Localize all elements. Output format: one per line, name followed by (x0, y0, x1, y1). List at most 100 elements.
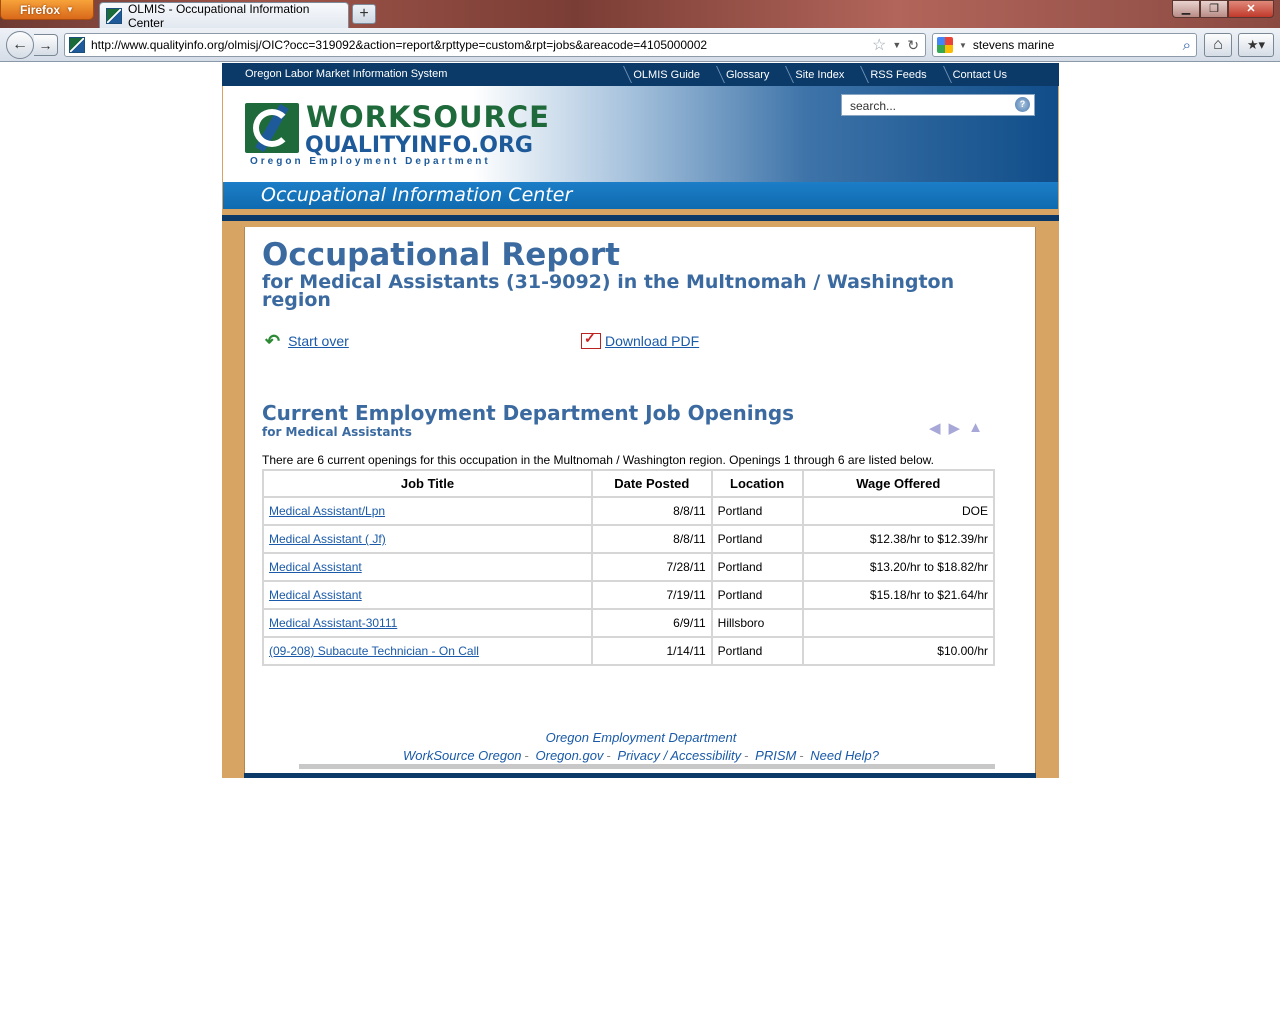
job-link[interactable]: Medical Assistant (269, 560, 362, 574)
topnav-links: OLMIS Guide Glossary Site Index RSS Feed… (617, 63, 1017, 86)
job-link[interactable]: (09-208) Subacute Technician - On Call (269, 644, 479, 658)
location-cell: Portland (710, 580, 804, 610)
nav-link-olmis-guide[interactable]: OLMIS Guide (617, 63, 710, 86)
nav-link-rss-feeds[interactable]: RSS Feeds (854, 63, 936, 86)
browser-tab[interactable]: OLMIS - Occupational Information Center (99, 1, 349, 30)
site-header: WORKSOURCE QUALITYINFO.ORG Oregon Employ… (223, 86, 1058, 182)
minimize-icon[interactable]: ▁ (1172, 0, 1200, 18)
location-cell: Portland (710, 552, 804, 582)
date-posted-cell: 1/14/11 (590, 636, 713, 666)
location-cell: Hillsboro (710, 608, 804, 638)
window-controls: ▁ ❐ ✕ (1172, 0, 1274, 18)
topnav-title: Oregon Labor Market Information System (245, 68, 448, 80)
forward-arrow-icon: → (38, 37, 53, 53)
table-row: Medical Assistant 7/19/11 Portland $15.1… (262, 580, 996, 610)
page-title: Occupational Report (262, 237, 620, 273)
site-identity-icon[interactable] (69, 37, 85, 53)
job-openings-table: Job Title Date Posted Location Wage Offe… (262, 469, 996, 666)
browser-search-bar[interactable]: ▼ stevens marine ⌕ (932, 33, 1197, 57)
footer-divider (299, 764, 995, 769)
home-icon: ⌂ (1213, 36, 1223, 53)
table-row: Medical Assistant ( Jf) 8/8/11 Portland … (262, 524, 996, 554)
job-title-cell: Medical Assistant ( Jf) (262, 524, 593, 554)
logo-worksource-text[interactable]: WORKSOURCE (306, 100, 550, 134)
table-row: Medical Assistant/Lpn 8/8/11 Portland DO… (262, 496, 996, 526)
site-search-input[interactable]: search... (841, 94, 1035, 116)
wage-cell: $13.20/hr to $18.82/hr (801, 552, 996, 582)
bookmarks-button[interactable]: ★▾ (1238, 33, 1274, 57)
nav-link-contact-us[interactable]: Contact Us (937, 63, 1017, 86)
close-tab-icon[interactable] (332, 9, 344, 21)
engine-dropdown-icon[interactable]: ▼ (959, 41, 967, 50)
footer-link-need-help[interactable]: Need Help? (810, 748, 879, 763)
header-stripe (222, 209, 1059, 221)
nav-link-site-index[interactable]: Site Index (779, 63, 854, 86)
job-title-cell: Medical Assistant/Lpn (262, 496, 593, 526)
download-pdf-link[interactable]: Download PDF (605, 333, 699, 349)
job-link[interactable]: Medical Assistant ( Jf) (269, 532, 386, 546)
job-link[interactable]: Medical Assistant-30111 (269, 616, 397, 630)
url-input[interactable]: http://www.qualityinfo.org/olmisj/OIC?oc… (91, 38, 866, 52)
url-bar[interactable]: http://www.qualityinfo.org/olmisj/OIC?oc… (64, 33, 926, 57)
reload-icon[interactable]: ↻ (907, 37, 925, 54)
logo-qualityinfo-text[interactable]: QUALITYINFO.ORG (305, 133, 533, 158)
bookmark-star-icon[interactable]: ☆ (872, 35, 886, 55)
download-pdf-action[interactable]: Download PDF (581, 330, 699, 349)
location-cell: Portland (710, 496, 804, 526)
next-section-icon[interactable]: ▶ (949, 419, 961, 437)
site-container: Oregon Labor Market Information System O… (222, 63, 1059, 778)
wage-cell: $10.00/hr (801, 636, 996, 666)
job-title-cell: Medical Assistant (262, 580, 593, 610)
section-banner: Occupational Information Center (223, 182, 1058, 209)
footer-base-bar (244, 773, 1036, 778)
close-window-icon[interactable]: ✕ (1228, 0, 1274, 18)
footer-link-privacy[interactable]: Privacy / Accessibility (617, 748, 741, 763)
forward-button[interactable]: → (34, 34, 58, 56)
search-icon[interactable]: ⌕ (1183, 37, 1196, 54)
footer-link-worksource-oregon[interactable]: WorkSource Oregon (403, 748, 522, 763)
column-header-location: Location (710, 469, 804, 498)
openings-summary: There are 6 current openings for this oc… (262, 453, 934, 467)
table-header-row: Job Title Date Posted Location Wage Offe… (262, 469, 996, 498)
site-favicon-icon (106, 7, 122, 24)
date-posted-cell: 6/9/11 (590, 608, 713, 638)
back-to-top-icon[interactable]: ▲ (968, 419, 983, 437)
job-title-cell: Medical Assistant-30111 (262, 608, 593, 638)
location-cell: Portland (710, 636, 804, 666)
browser-navbar: ← → http://www.qualityinfo.org/olmisj/OI… (0, 28, 1280, 62)
page-subtitle: for Medical Assistants (31-9092) in the … (262, 271, 955, 311)
job-link[interactable]: Medical Assistant/Lpn (269, 504, 385, 518)
back-button[interactable]: ← (6, 31, 34, 59)
footer-link-prism[interactable]: PRISM (755, 748, 796, 763)
job-title-cell: Medical Assistant (262, 552, 593, 582)
pdf-icon[interactable] (581, 330, 601, 349)
wage-cell: $12.38/hr to $12.39/hr (801, 524, 996, 554)
chevron-down-icon: ▼ (66, 5, 74, 14)
firefox-menu-label: Firefox (20, 2, 61, 17)
footer-link-oed[interactable]: Oregon Employment Department (546, 730, 737, 745)
footer-link-oregon-gov[interactable]: Oregon.gov (536, 748, 604, 763)
undo-arrow-icon[interactable]: ↶ (265, 332, 280, 350)
search-input[interactable]: stevens marine (973, 38, 1177, 52)
start-over-link[interactable]: Start over (288, 333, 349, 349)
section-subtitle: for Medical Assistants (262, 425, 412, 439)
site-search-go-icon[interactable]: ? (1015, 97, 1030, 112)
wage-cell (801, 608, 996, 638)
restore-icon[interactable]: ❐ (1200, 0, 1228, 18)
firefox-menu-button[interactable]: Firefox ▼ (0, 0, 94, 20)
home-button[interactable]: ⌂ (1204, 33, 1232, 57)
job-link[interactable]: Medical Assistant (269, 588, 362, 602)
start-over-action[interactable]: ↶ Start over (265, 332, 349, 350)
nav-link-glossary[interactable]: Glossary (710, 63, 779, 86)
worksource-logo-icon[interactable] (245, 103, 299, 153)
new-tab-button[interactable]: + (352, 4, 376, 24)
date-posted-cell: 7/19/11 (590, 580, 713, 610)
previous-section-icon[interactable]: ◀ (929, 419, 941, 437)
google-engine-icon[interactable] (937, 37, 953, 53)
tab-title: OLMIS - Occupational Information Center (127, 1, 310, 30)
column-header-wage: Wage Offered (801, 469, 996, 498)
wage-cell: DOE (801, 496, 996, 526)
page-footer: Oregon Employment Department WorkSource … (403, 730, 879, 763)
history-dropdown-icon[interactable]: ▼ (892, 40, 901, 50)
table-row: Medical Assistant 7/28/11 Portland $13.2… (262, 552, 996, 582)
